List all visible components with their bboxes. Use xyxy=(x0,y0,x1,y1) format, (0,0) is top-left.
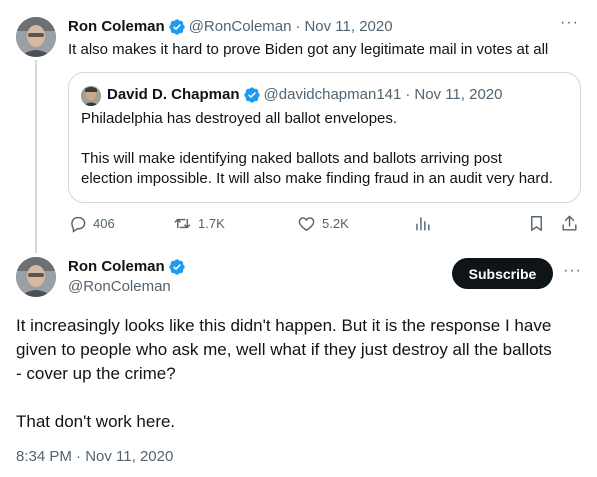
quoted-avatar xyxy=(81,86,101,106)
tweet-text-line: given to people who ask me, well what if… xyxy=(16,340,552,359)
tweet-text-line: It increasingly looks like this didn't h… xyxy=(16,316,552,335)
more-options-button[interactable]: ··· xyxy=(563,262,582,280)
views-icon xyxy=(416,217,430,231)
bookmark-button[interactable] xyxy=(527,214,552,233)
share-button[interactable] xyxy=(560,214,585,233)
separator-dot: · xyxy=(295,18,301,35)
quoted-tweet-header: David D. Chapman @davidchapman141 · Nov … xyxy=(107,85,502,105)
tweet-text-line: That don't work here. xyxy=(16,412,176,431)
like-count: 5.2K xyxy=(322,215,349,231)
tweet-text-line: - cover up the crime? xyxy=(16,364,176,383)
like-button[interactable]: 5.2K xyxy=(297,214,349,233)
like-icon xyxy=(298,217,315,232)
verified-badge-icon xyxy=(169,259,185,275)
tweet-text: It also makes it hard to prove Biden got… xyxy=(68,41,549,58)
verified-badge-icon xyxy=(243,87,260,103)
thread-connector-line xyxy=(35,60,37,253)
tweet-date[interactable]: Nov 11, 2020 xyxy=(304,17,392,37)
tweet-header: Ron Coleman @RonColeman · Nov 11, 2020 xyxy=(68,17,393,37)
more-options-button[interactable]: ··· xyxy=(560,14,579,32)
avatar[interactable] xyxy=(16,257,56,297)
author-name[interactable]: Ron Coleman xyxy=(68,257,165,277)
author-handle[interactable]: @RonColeman xyxy=(189,17,292,37)
verified-badge-icon xyxy=(169,19,185,35)
tweet-header: Ron Coleman xyxy=(68,257,189,277)
author-handle[interactable]: @RonColeman xyxy=(68,277,171,297)
author-name[interactable]: Ron Coleman xyxy=(68,17,165,37)
views-button[interactable] xyxy=(413,214,438,233)
share-icon xyxy=(562,215,577,231)
reply-button[interactable]: 406 xyxy=(68,214,115,233)
avatar[interactable] xyxy=(16,17,56,57)
repost-count: 1.7K xyxy=(198,215,225,231)
separator-dot: · xyxy=(405,86,411,103)
bookmark-icon xyxy=(531,216,542,231)
reply-icon xyxy=(71,216,86,233)
quoted-text-line: This will make identifying naked ballots… xyxy=(81,150,503,167)
quoted-text-line: Philadelphia has destroyed all ballot en… xyxy=(81,110,398,127)
tweet-action-bar: 406 1.7K 5.2K xyxy=(68,214,581,236)
reply-count: 406 xyxy=(93,215,115,231)
tweet-timestamp[interactable]: 8:34 PM · Nov 11, 2020 xyxy=(16,447,173,467)
tweet-text: It increasingly looks like this didn't h… xyxy=(16,314,586,434)
quoted-tweet-date: Nov 11, 2020 xyxy=(414,86,503,103)
quoted-text-line: election impossible. It will also make f… xyxy=(81,170,553,187)
repost-button[interactable]: 1.7K xyxy=(173,214,225,233)
quoted-tweet-card[interactable]: David D. Chapman @davidchapman141 · Nov … xyxy=(68,72,581,203)
subscribe-button[interactable]: Subscribe xyxy=(452,258,553,289)
quoted-tweet-text: Philadelphia has destroyed all ballot en… xyxy=(81,109,576,189)
quoted-author-handle: @davidchapman141 xyxy=(263,86,402,103)
repost-icon xyxy=(174,218,191,229)
quoted-author-name: David D. Chapman xyxy=(107,86,240,103)
